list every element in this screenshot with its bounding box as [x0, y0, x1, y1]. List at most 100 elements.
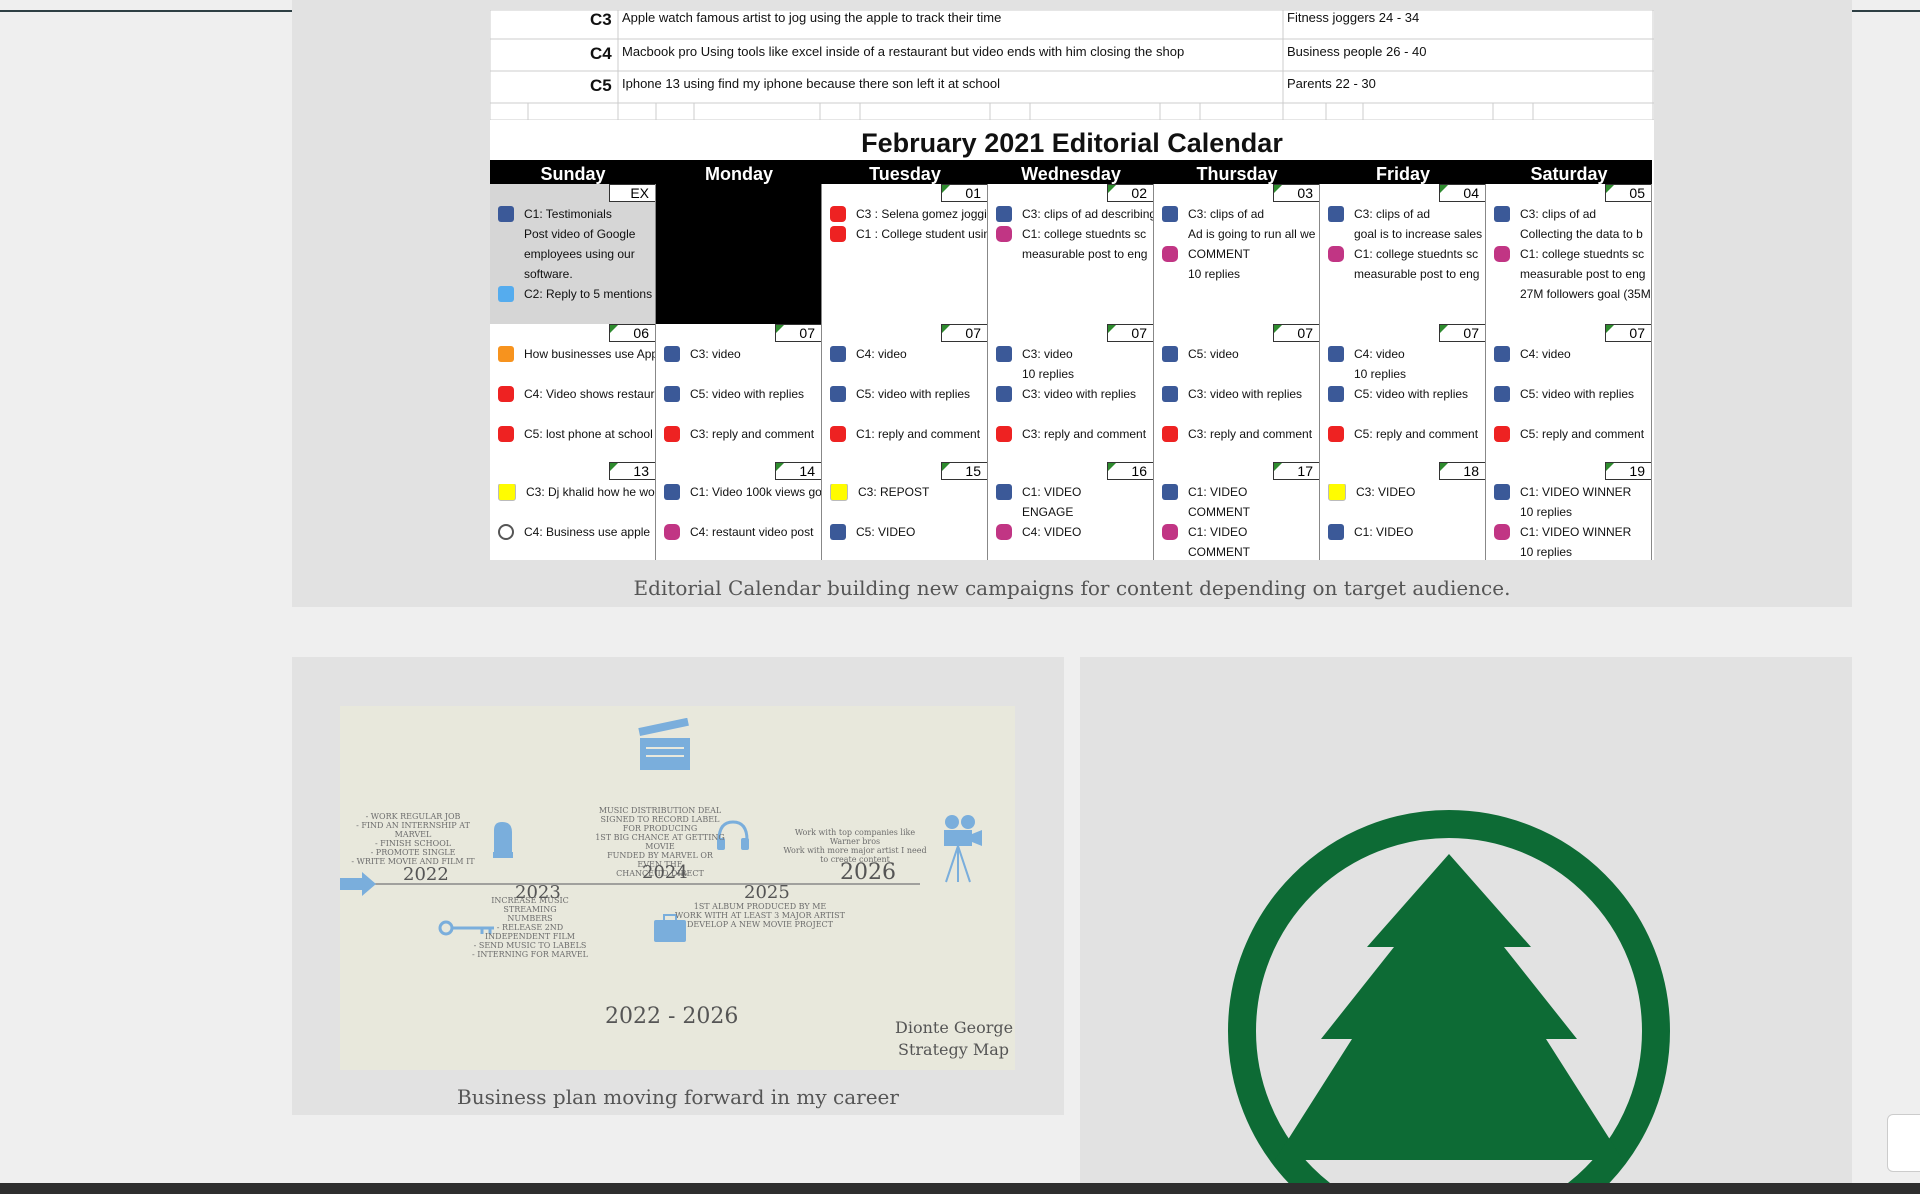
calendar-entry: Collecting the data to b	[1494, 226, 1651, 244]
calendar-day-cell: 17 C1: VIDEO COMMENT C1: VIDEO COMMENT	[1154, 462, 1320, 560]
calendar-day-cell: EX C1: Testimonials Post video of Google em…	[490, 184, 656, 324]
facebook-icon	[996, 206, 1012, 222]
entry-text: Collecting the data to b	[1520, 227, 1643, 241]
calendar-entry: C3: video with replies	[1162, 386, 1319, 404]
calendar-day-cell: 06 How businesses use Apple C4: Video show…	[490, 324, 656, 462]
calendar-entry: 27M followers goal (35M	[1494, 286, 1651, 304]
notes-2026: Work with top companies like Warner bros…	[780, 828, 930, 864]
day-number: 07	[941, 324, 987, 342]
calendar-entry: C3: clips of ad	[1494, 206, 1651, 224]
comment-flag-icon	[1440, 185, 1448, 193]
strategy-range: 2022 - 2026	[605, 1004, 739, 1029]
entry-text: goal is to increase sales	[1354, 227, 1483, 241]
calendar-day-cell: 16 C1: VIDEO ENGAGE C4: VIDEO	[988, 462, 1154, 560]
calendar-entry: C1: VIDEO	[996, 484, 1153, 502]
calendar-entry: C1: college stuednts sc	[1328, 246, 1485, 264]
day-number: 06	[609, 324, 655, 342]
facebook-icon	[1162, 386, 1178, 402]
calendar-entry: C4: video	[830, 346, 987, 364]
youtube-icon	[1162, 426, 1178, 442]
comment-flag-icon	[1606, 325, 1614, 333]
calendar-day-cell: 15 C3: REPOST C5: VIDEO	[822, 462, 988, 560]
calendar-entry: C1: VIDEO	[1162, 484, 1319, 502]
comment-flag-icon	[776, 325, 784, 333]
comment-flag-icon	[942, 463, 950, 471]
calendar-entry: C3: clips of ad describing	[996, 206, 1153, 224]
calendar-entry: C3: reply and comment	[1162, 426, 1319, 444]
year-2024: 2024	[642, 862, 688, 883]
calendar-day-cell: 02 C3: clips of ad describing C1: college …	[988, 184, 1154, 324]
entry-text: employees using our	[524, 247, 635, 261]
calendar-entry: C5: reply and comment	[1328, 426, 1485, 444]
strategy-note: - FINISH SCHOOL	[374, 839, 452, 848]
calendar-caption: Editorial Calendar building new campaign…	[633, 576, 1511, 600]
side-scroll-button[interactable]	[1887, 1114, 1920, 1172]
strategy-note: SIGNED TO RECORD LABEL	[600, 815, 720, 824]
day-number: EX	[609, 184, 655, 202]
calendar-day-cell: 01 C3 : Selena gomez jogging C1 : College …	[822, 184, 988, 324]
entry-text: measurable post to eng	[1022, 247, 1148, 261]
facebook-icon	[996, 386, 1012, 402]
calendar-entry: C4: video	[1494, 346, 1651, 364]
calendar-entry: measurable post to eng	[1494, 266, 1651, 284]
notes-2023: INCREASE MUSIC STREAMING NUMBERS - RELEASE…	[470, 896, 590, 959]
strategy-subtitle: Strategy Map	[898, 1040, 1010, 1059]
calendar-entry: employees using our	[498, 246, 655, 264]
calendar-entry: C5: video with replies	[830, 386, 987, 404]
entry-text: 10 replies	[1520, 545, 1573, 559]
instagram-icon	[664, 524, 680, 540]
calendar-entry: C4: Business use apple	[498, 524, 655, 542]
calendar-entry: How businesses use Apple	[498, 346, 655, 364]
calendar-entry: C1: college stuednts sc	[996, 226, 1153, 244]
movie-camera-icon	[944, 815, 982, 883]
campaign-row: C5 Iphone 13 using find my iphone becaus…	[590, 76, 1376, 95]
calendar-entry: measurable post to eng	[1328, 266, 1485, 284]
calendar-entry: C5: VIDEO	[830, 524, 987, 542]
facebook-icon	[1162, 484, 1178, 500]
day-number: 02	[1107, 184, 1153, 202]
calendar-entry: C1: Testimonials	[498, 206, 655, 224]
facebook-icon	[664, 346, 680, 362]
comment-flag-icon	[942, 325, 950, 333]
strategy-note: FOR PRODUCING	[622, 824, 698, 833]
calendar-entry: C1: college stuednts sc	[1494, 246, 1651, 264]
entry-text: measurable post to eng	[1354, 267, 1480, 281]
calendar-entry: C5: reply and comment	[1494, 426, 1651, 444]
calendar-entry: C5: lost phone at school	[498, 426, 655, 444]
entry-text: 10 replies	[1354, 367, 1407, 381]
twitter-icon	[498, 286, 514, 302]
calendar-entry: C3: reply and comment	[996, 426, 1153, 444]
entry-text: measurable post to eng	[1520, 267, 1646, 281]
comment-flag-icon	[942, 185, 950, 193]
facebook-icon	[1328, 346, 1344, 362]
strategy-note: MUSIC DISTRIBUTION DEAL	[598, 806, 722, 815]
calendar-entry: C3: video	[664, 346, 821, 364]
calendar-entry: C3: video	[996, 346, 1153, 364]
weekday-wednesday: Wednesday	[988, 160, 1154, 184]
calendar-entry: 10 replies	[1162, 266, 1319, 284]
clapperboard-icon	[638, 718, 690, 770]
calendar-entry: 10 replies	[1494, 544, 1651, 560]
calendar-entry: C1: VIDEO WINNER	[1494, 484, 1651, 502]
entry-text: software.	[524, 267, 573, 281]
calendar-entry: C1: VIDEO	[1328, 524, 1485, 542]
day-number: 03	[1273, 184, 1319, 202]
strategy-note: - SEND MUSIC TO LABELS	[473, 941, 587, 950]
calendar-day-cell: 19 C1: VIDEO WINNER 10 replies C1: VIDEO WI…	[1486, 462, 1652, 560]
weekday-thursday: Thursday	[1154, 160, 1320, 184]
comment-flag-icon	[1108, 325, 1116, 333]
calendar-day-cell: 18 C3: VIDEO C1: VIDEO	[1320, 462, 1486, 560]
calendar-entry: C3: reply and comment	[664, 426, 821, 444]
facebook-icon	[1162, 206, 1178, 222]
calendar-entry: C3 : Selena gomez jogging	[830, 206, 987, 224]
calendar-entry: C3: Dj khalid how he works	[498, 484, 655, 502]
editorial-calendar-spreadsheet: C3 Apple watch famous artist to jog usin…	[490, 10, 1654, 560]
day-number: 01	[941, 184, 987, 202]
comment-flag-icon	[1606, 463, 1614, 471]
comment-flag-icon	[1440, 325, 1448, 333]
weekday-monday: Monday	[656, 160, 822, 184]
notes-2022: - WORK REGULAR JOB - FIND AN INTERNSHIP A…	[348, 812, 478, 866]
entry-text: 10 replies	[1520, 505, 1573, 519]
facebook-icon	[996, 346, 1012, 362]
calendar-entry: C1 : College student using	[830, 226, 987, 244]
